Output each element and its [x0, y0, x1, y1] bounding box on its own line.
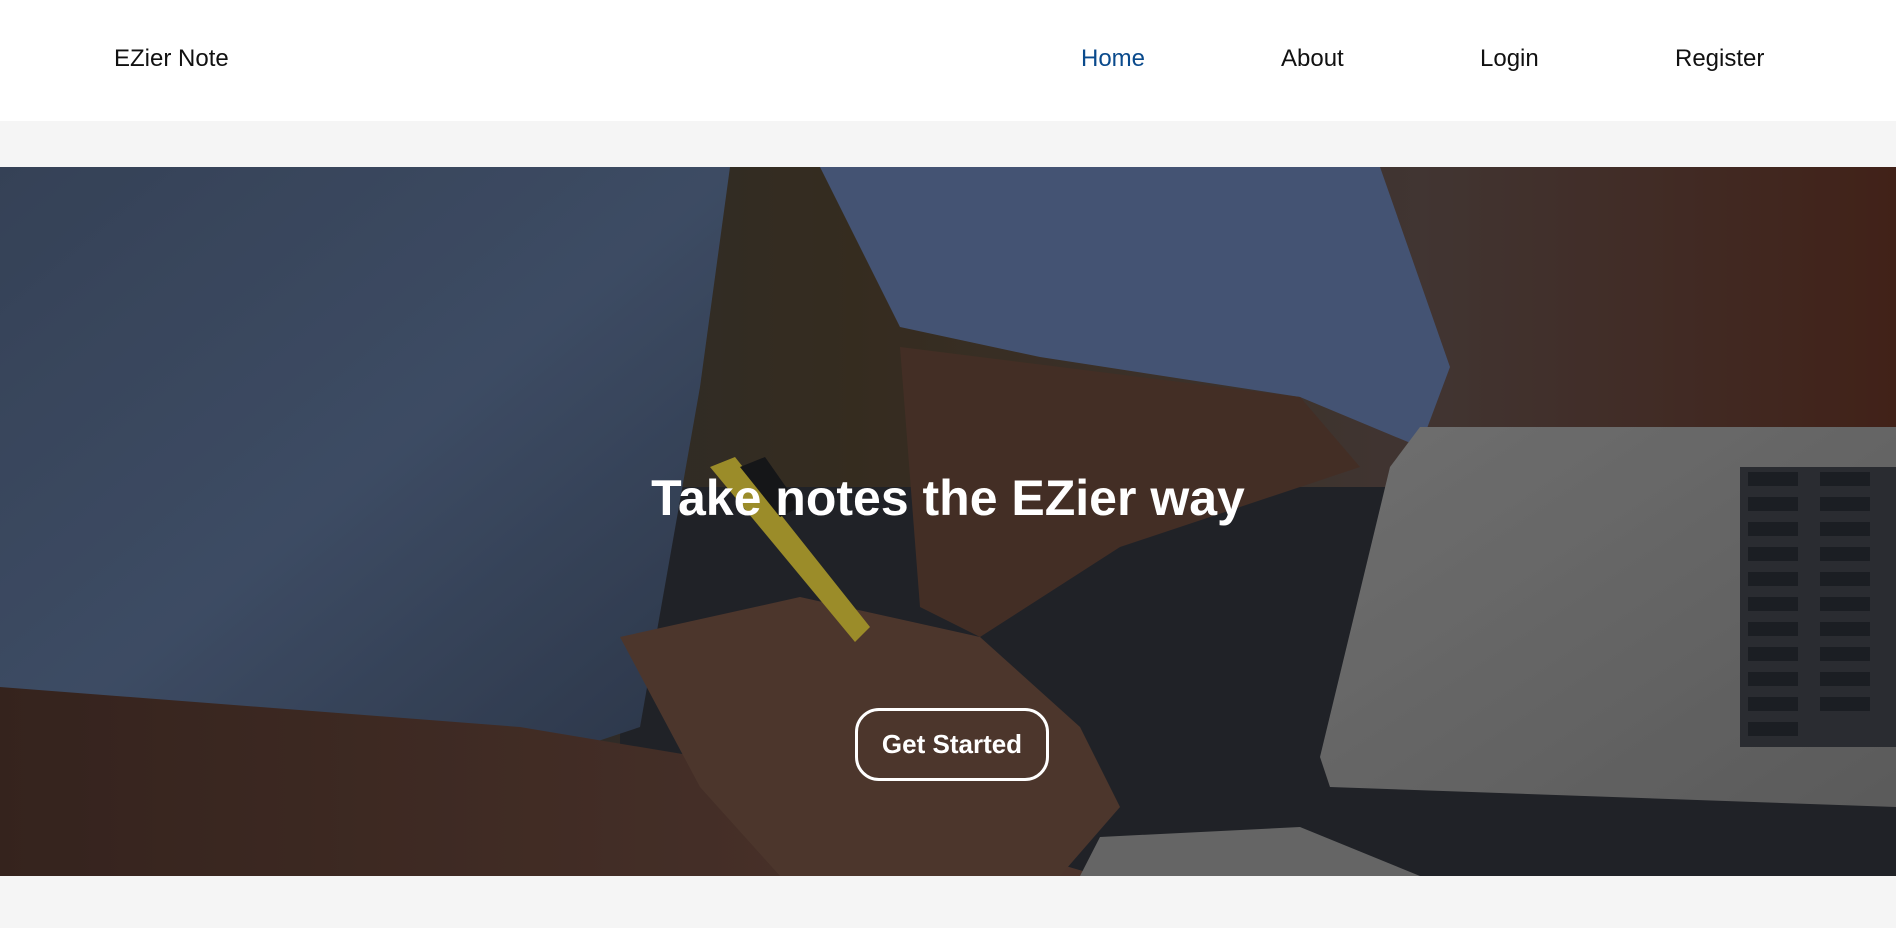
nav-link-login[interactable]: Login — [1480, 44, 1539, 74]
navbar: EZier Note Home About Login Register — [0, 0, 1896, 121]
hero-title: Take notes the EZier way — [651, 470, 1245, 526]
nav-link-home[interactable]: Home — [1081, 44, 1145, 74]
nav-link-register[interactable]: Register — [1675, 44, 1764, 74]
get-started-button[interactable]: Get Started — [855, 708, 1049, 781]
hero-banner: Take notes the EZier way Get Started — [0, 167, 1896, 876]
brand-logo-text[interactable]: EZier Note — [114, 44, 229, 74]
nav-link-about[interactable]: About — [1281, 44, 1344, 74]
